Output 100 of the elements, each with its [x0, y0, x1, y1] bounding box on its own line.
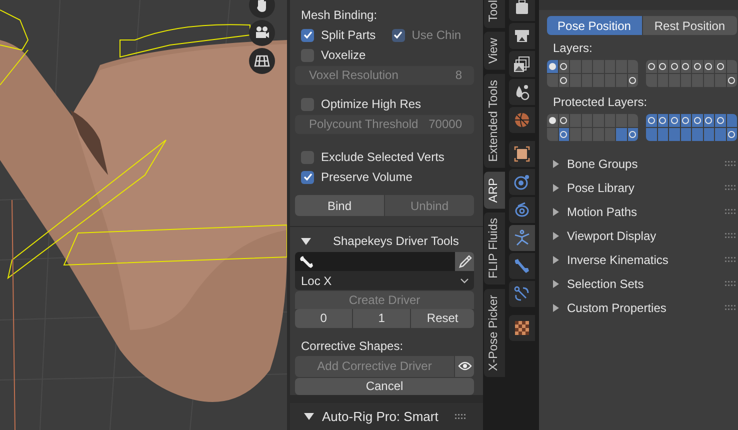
sidebar-tab[interactable]: ARP [484, 172, 504, 208]
layer-toggle[interactable] [646, 128, 656, 141]
pose-mode-button[interactable]: Rest Position [642, 16, 737, 35]
layer-toggle[interactable] [570, 114, 580, 127]
layer-toggle[interactable] [570, 60, 580, 73]
disclosure-triangle-icon[interactable] [553, 256, 559, 264]
panel-title[interactable]: Custom Properties [567, 301, 725, 315]
pose-mode-button[interactable]: Pose Position [547, 16, 642, 35]
preserve-volume-checkbox[interactable]: Preserve Volume [301, 170, 412, 184]
layer-toggle[interactable] [715, 60, 726, 73]
layer-toggle[interactable] [680, 60, 691, 73]
layer-toggle[interactable] [658, 60, 668, 73]
drag-handle-icon[interactable] [455, 414, 467, 420]
layer-toggle[interactable] [628, 60, 638, 73]
drag-handle-icon[interactable] [725, 257, 737, 263]
layer-toggle[interactable] [547, 74, 558, 87]
layer-toggle[interactable] [558, 60, 569, 73]
droplets-icon[interactable] [509, 79, 535, 105]
layer-toggle[interactable] [616, 128, 626, 141]
layer-toggle[interactable] [692, 128, 702, 141]
layer-toggle[interactable] [726, 60, 737, 73]
layer-toggle[interactable] [593, 128, 604, 141]
panel-title[interactable]: Bone Groups [567, 157, 725, 171]
sidebar-tab[interactable]: FLIP Fluids [484, 212, 504, 285]
square-icon[interactable] [509, 141, 535, 167]
drag-handle-icon[interactable] [725, 305, 737, 311]
drag-handle-icon[interactable] [725, 209, 737, 215]
sidebar-tab[interactable]: X-Pose Picker [484, 288, 504, 377]
sidebar-tab[interactable]: Tool [484, 0, 504, 28]
figure-icon[interactable] [509, 225, 535, 251]
layer-toggle[interactable] [692, 114, 702, 127]
drag-handle-icon[interactable] [725, 185, 737, 191]
layer-toggle[interactable] [582, 60, 592, 73]
bone-icon[interactable] [509, 253, 535, 279]
layer-toggle[interactable] [593, 114, 604, 127]
layer-toggle[interactable] [704, 114, 714, 127]
layer-toggle[interactable] [680, 114, 691, 127]
disclosure-triangle-icon[interactable] [553, 208, 559, 216]
layer-toggle[interactable] [658, 128, 668, 141]
layer-toggle[interactable] [604, 60, 615, 73]
drag-handle-icon[interactable] [725, 281, 737, 287]
layer-toggle[interactable] [616, 114, 626, 127]
layer-toggle[interactable] [715, 114, 726, 127]
bind-button[interactable]: Bind [295, 195, 384, 216]
layer-toggle[interactable] [704, 60, 714, 73]
subpanel-header[interactable]: Shapekeys Driver Tools [295, 231, 474, 251]
value-button[interactable]: 0 [295, 308, 352, 328]
panel-title[interactable]: Motion Paths [567, 205, 725, 219]
bone-field[interactable] [295, 252, 455, 271]
layer-toggle[interactable] [616, 60, 626, 73]
sidebar-tab[interactable]: Extended Tools [484, 74, 504, 168]
layer-toggle[interactable] [704, 128, 714, 141]
value-button[interactable]: 1 [353, 308, 410, 328]
layer-toggle[interactable] [593, 74, 604, 87]
layer-toggle[interactable] [692, 60, 702, 73]
layer-toggle[interactable] [669, 114, 680, 127]
disclosure-triangle-icon[interactable] [553, 160, 559, 168]
cancel-button[interactable]: Cancel [295, 378, 474, 395]
layer-toggle[interactable] [669, 74, 680, 87]
split-parts-checkbox[interactable]: Split Parts [301, 28, 376, 42]
layer-toggle[interactable] [669, 60, 680, 73]
voxelize-checkbox[interactable]: Voxelize [301, 48, 366, 62]
layer-toggle[interactable] [558, 74, 569, 87]
layer-toggle[interactable] [704, 74, 714, 87]
layer-toggle[interactable] [726, 74, 737, 87]
layer-toggle[interactable] [680, 128, 691, 141]
drag-handle-icon[interactable] [725, 233, 737, 239]
layer-toggle[interactable] [604, 74, 615, 87]
layer-toggle[interactable] [558, 114, 569, 127]
layer-toggle[interactable] [593, 60, 604, 73]
disclosure-triangle-icon[interactable] [553, 304, 559, 312]
layer-toggle[interactable] [547, 114, 558, 127]
layer-toggle[interactable] [616, 74, 626, 87]
layer-toggle[interactable] [547, 60, 558, 73]
layer-toggle[interactable] [680, 74, 691, 87]
layer-toggle[interactable] [604, 128, 615, 141]
panel-title[interactable]: Inverse Kinematics [567, 253, 725, 267]
layer-toggle[interactable] [604, 114, 615, 127]
layer-toggle[interactable] [547, 128, 558, 141]
layer-toggle[interactable] [570, 74, 580, 87]
panel-title[interactable]: Pose Library [567, 181, 725, 195]
disclosure-triangle-icon[interactable] [553, 232, 559, 240]
printer-icon[interactable] [509, 23, 535, 49]
globe-icon[interactable] [509, 107, 535, 133]
layer-toggle[interactable] [582, 114, 592, 127]
layer-toggle[interactable] [582, 74, 592, 87]
image-stack-icon[interactable] [509, 51, 535, 77]
checker-icon[interactable] [509, 315, 535, 341]
value-button[interactable]: Reset [411, 308, 474, 328]
layer-toggle[interactable] [646, 114, 656, 127]
disclosure-triangle-icon[interactable] [553, 280, 559, 288]
disclosure-triangle-icon[interactable] [553, 184, 559, 192]
panel-header[interactable]: Auto-Rig Pro: Smart [290, 403, 483, 430]
layer-toggle[interactable] [658, 114, 668, 127]
layer-toggle[interactable] [582, 128, 592, 141]
sidebar-tab[interactable]: View [484, 32, 504, 70]
layer-toggle[interactable] [628, 114, 638, 127]
ring-icon[interactable] [509, 197, 535, 223]
panel-title[interactable]: Viewport Display [567, 229, 725, 243]
layer-toggle[interactable] [692, 74, 702, 87]
